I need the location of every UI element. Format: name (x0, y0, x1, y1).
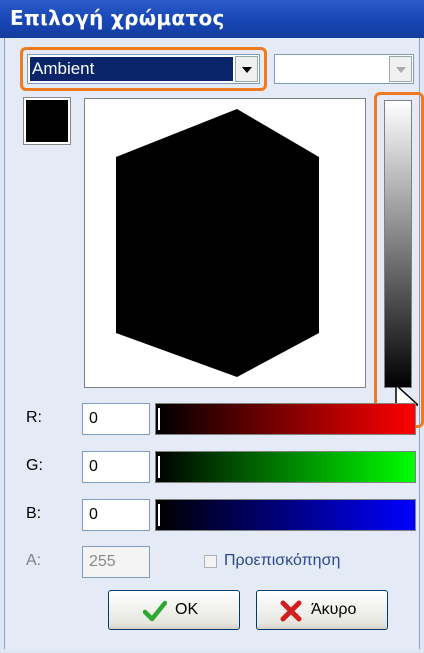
g-value-input[interactable]: 0 (82, 451, 150, 483)
highlight-material-select (20, 47, 267, 91)
color-hexagon[interactable] (116, 109, 319, 377)
ok-button[interactable]: OK (108, 590, 240, 630)
b-label: B: (26, 505, 42, 522)
preview-label[interactable]: Προεπισκόπηση (224, 552, 340, 570)
hexagon-svg (116, 109, 319, 377)
cancel-button[interactable]: Άκυρο (256, 590, 388, 630)
color-hexagon-area[interactable] (84, 98, 366, 388)
g-slider[interactable] (155, 451, 416, 483)
chevron-down-icon[interactable] (389, 56, 412, 82)
ok-button-label: OK (175, 601, 199, 618)
secondary-select[interactable] (274, 54, 414, 84)
preview-checkbox[interactable] (204, 555, 217, 568)
color-picker-dialog: Επιλογή χρώματος Ambient R: 0 G: 0 B: 0 (0, 0, 424, 653)
a-value-input[interactable]: 255 (82, 546, 150, 578)
r-value-input[interactable]: 0 (82, 403, 150, 435)
current-color-swatch (24, 98, 70, 144)
g-label: G: (26, 457, 43, 474)
highlight-brightness-slider (374, 92, 424, 428)
r-slider-thumb[interactable] (158, 408, 160, 430)
g-slider-thumb[interactable] (158, 456, 160, 478)
secondary-select-value (277, 57, 387, 81)
cancel-button-label: Άκυρο (311, 601, 357, 618)
x-icon (280, 600, 302, 622)
b-slider-thumb[interactable] (158, 504, 160, 526)
r-label: R: (26, 409, 42, 426)
title-bar[interactable]: Επιλογή χρώματος (0, 0, 424, 38)
a-label: A: (26, 552, 42, 569)
checkmark-icon (143, 600, 167, 622)
window-title: Επιλογή χρώματος (10, 6, 225, 30)
b-value-input[interactable]: 0 (82, 499, 150, 531)
b-slider[interactable] (155, 499, 416, 531)
r-slider[interactable] (155, 403, 416, 435)
